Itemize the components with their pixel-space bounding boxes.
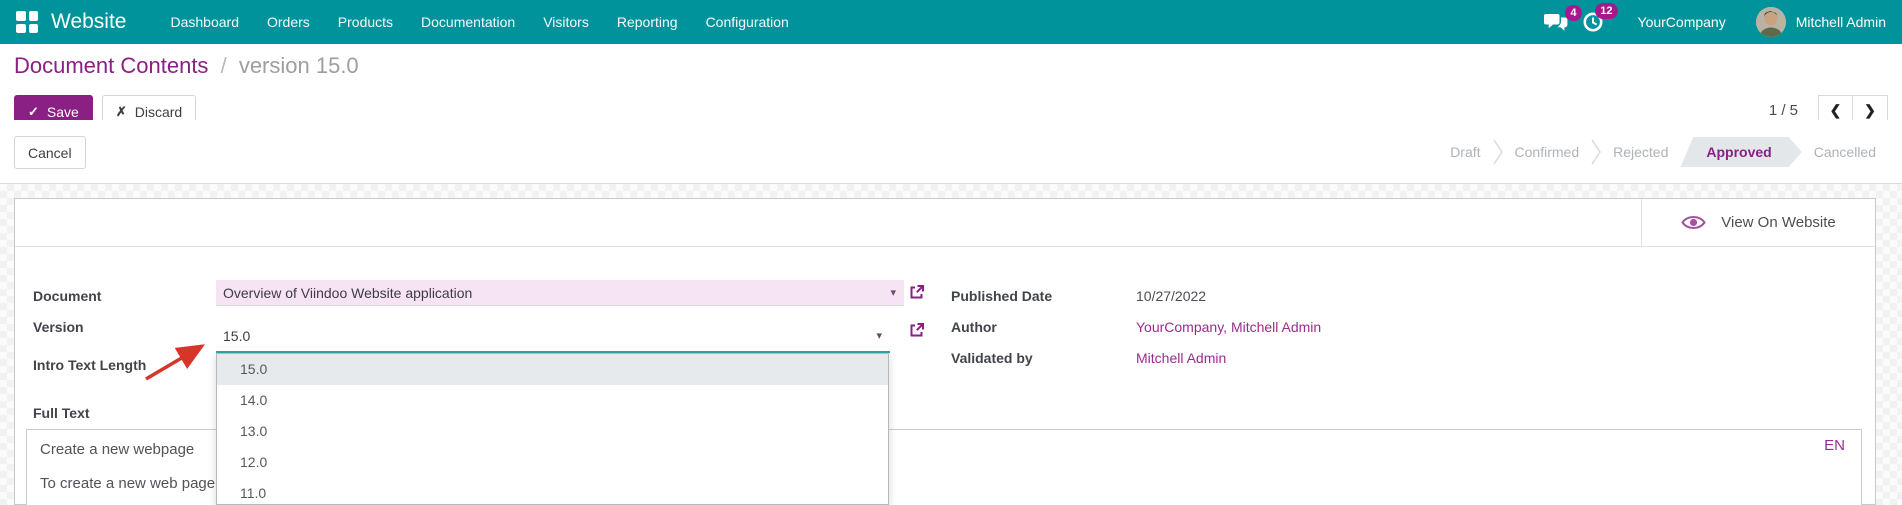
menu-documentation[interactable]: Documentation <box>407 0 529 44</box>
stage-approved-active[interactable]: Approved <box>1680 137 1801 167</box>
language-badge[interactable]: EN <box>1824 437 1845 454</box>
statusbar-row: Cancel Draft Confirmed Rejected Approved… <box>0 120 1902 184</box>
navbar-right: 4 12 YourCompany Mitchell Admin <box>1542 3 1886 38</box>
version-option-14[interactable]: 14.0 <box>217 385 888 416</box>
full-text-line: To create a new web page <box>40 475 216 492</box>
full-text-label: Full Text <box>33 405 90 421</box>
control-panel: Document Contents / version 15.0 ✓ Save … <box>0 44 1902 128</box>
pager-count: 1 / 5 <box>1768 102 1798 119</box>
activities-icon[interactable]: 12 <box>1580 3 1618 38</box>
stage-separator-icon <box>1591 139 1602 165</box>
activities-badge: 12 <box>1595 3 1618 19</box>
validated-by-value[interactable]: Mitchell Admin <box>1136 350 1226 366</box>
chevron-right-icon: ❯ <box>1864 102 1876 118</box>
stage-cancelled[interactable]: Cancelled <box>1802 137 1888 167</box>
breadcrumb: Document Contents / version 15.0 <box>14 53 359 79</box>
user-menu[interactable]: Mitchell Admin <box>1796 14 1886 30</box>
document-external-link-icon[interactable] <box>908 284 925 301</box>
stage-draft[interactable]: Draft <box>1438 137 1492 167</box>
menu-visitors[interactable]: Visitors <box>529 0 603 44</box>
stage-rejected[interactable]: Rejected <box>1601 137 1680 167</box>
company-switcher[interactable]: YourCompany <box>1638 14 1726 30</box>
statusbar: Draft Confirmed Rejected Approved Cancel… <box>1438 137 1888 167</box>
full-text-line: Create a new webpage <box>40 441 195 458</box>
version-dropdown: 15.0 14.0 13.0 12.0 11.0 <box>216 353 889 505</box>
version-option-12[interactable]: 12.0 <box>217 447 888 478</box>
check-icon: ✓ <box>28 103 39 119</box>
version-option-13[interactable]: 13.0 <box>217 416 888 447</box>
version-label: Version <box>33 319 84 335</box>
stage-confirmed[interactable]: Confirmed <box>1503 137 1592 167</box>
messages-icon[interactable]: 4 <box>1542 4 1582 37</box>
breadcrumb-current: version 15.0 <box>238 53 359 78</box>
button-box: View On Website <box>15 199 1875 247</box>
caret-down-icon: ▾ <box>890 287 896 299</box>
menu-orders[interactable]: Orders <box>253 0 324 44</box>
author-value[interactable]: YourCompany, Mitchell Admin <box>1136 319 1321 335</box>
cancel-label: Cancel <box>28 144 72 161</box>
breadcrumb-separator: / <box>220 53 227 78</box>
view-on-website-button[interactable]: View On Website <box>1641 199 1875 246</box>
author-label: Author <box>951 319 997 335</box>
document-label: Document <box>33 288 102 304</box>
page: Website Dashboard Orders Products Docume… <box>0 0 1902 505</box>
save-label: Save <box>46 103 79 120</box>
validated-by-label: Validated by <box>951 350 1033 366</box>
avatar-photo <box>1755 7 1786 37</box>
published-date-label: Published Date <box>951 288 1053 304</box>
cancel-button[interactable]: Cancel <box>14 136 86 169</box>
eye-icon <box>1681 216 1706 229</box>
breadcrumb-root[interactable]: Document Contents <box>14 53 208 78</box>
document-value: Overview of Viindoo Website application <box>223 284 473 301</box>
discard-label: Discard <box>134 103 183 120</box>
view-on-website-label: View On Website <box>1721 214 1836 231</box>
published-date-value[interactable]: 10/27/2022 <box>1136 288 1206 304</box>
main-menu: Dashboard Orders Products Documentation … <box>156 0 802 44</box>
document-field[interactable]: Overview of Viindoo Website application … <box>216 280 904 306</box>
avatar[interactable] <box>1755 7 1786 37</box>
chevron-left-icon: ❮ <box>1829 102 1842 118</box>
menu-dashboard[interactable]: Dashboard <box>156 0 253 44</box>
version-option-15[interactable]: 15.0 <box>217 354 888 385</box>
apps-menu-icon[interactable] <box>16 11 38 33</box>
menu-products[interactable]: Products <box>324 0 407 44</box>
navbar: Website Dashboard Orders Products Docume… <box>0 0 1902 44</box>
menu-reporting[interactable]: Reporting <box>603 0 692 44</box>
version-field[interactable]: 15.0 ▾ <box>216 316 890 353</box>
chat-bubbles-icon <box>1543 13 1567 31</box>
menu-configuration[interactable]: Configuration <box>692 0 803 44</box>
version-option-11[interactable]: 11.0 <box>217 478 888 504</box>
intro-text-length-label: Intro Text Length <box>33 357 147 373</box>
cross-icon: ✗ <box>115 103 127 119</box>
app-brand[interactable]: Website <box>51 10 126 34</box>
caret-down-icon: ▾ <box>876 330 882 342</box>
stage-separator-icon <box>1492 139 1503 165</box>
version-external-link-icon[interactable] <box>908 322 925 339</box>
version-value: 15.0 <box>223 328 251 344</box>
